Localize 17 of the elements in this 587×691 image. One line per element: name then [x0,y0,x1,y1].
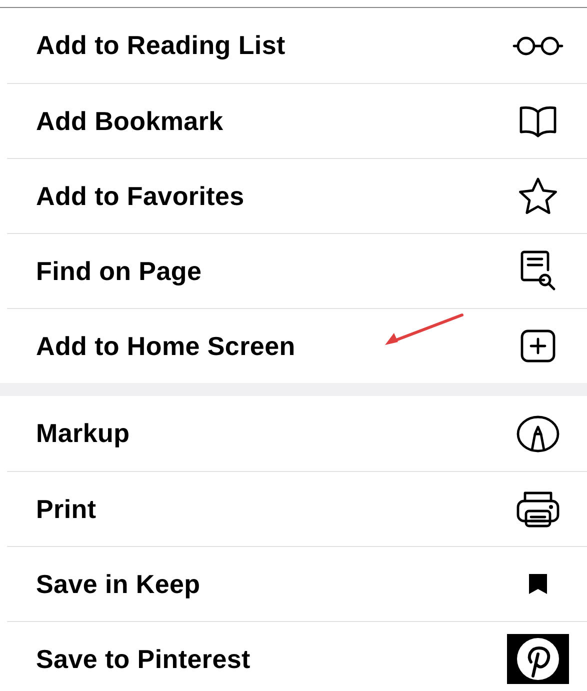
bookmark-icon [527,572,549,596]
find-in-document-icon [518,250,558,292]
menu-item[interactable]: Add Bookmark [7,83,587,158]
star-icon [517,176,559,216]
pinterest-logo-icon [507,634,569,684]
glasses-icon [512,34,564,56]
menu-item[interactable]: Find on Page [7,233,587,308]
pen-tip-circle-icon [516,414,560,454]
book-icon [518,104,558,138]
menu-item[interactable]: Save in Keep [7,546,587,621]
menu-item[interactable]: Save to Pinterest [7,621,587,691]
printer-icon [515,489,561,529]
add-square-icon [518,329,558,363]
menu-item[interactable]: Add to Favorites [7,158,587,233]
menu-item[interactable]: Markup [7,396,587,471]
menu-item[interactable]: Add to Reading List [7,8,587,83]
menu-item[interactable]: Print [7,471,587,546]
